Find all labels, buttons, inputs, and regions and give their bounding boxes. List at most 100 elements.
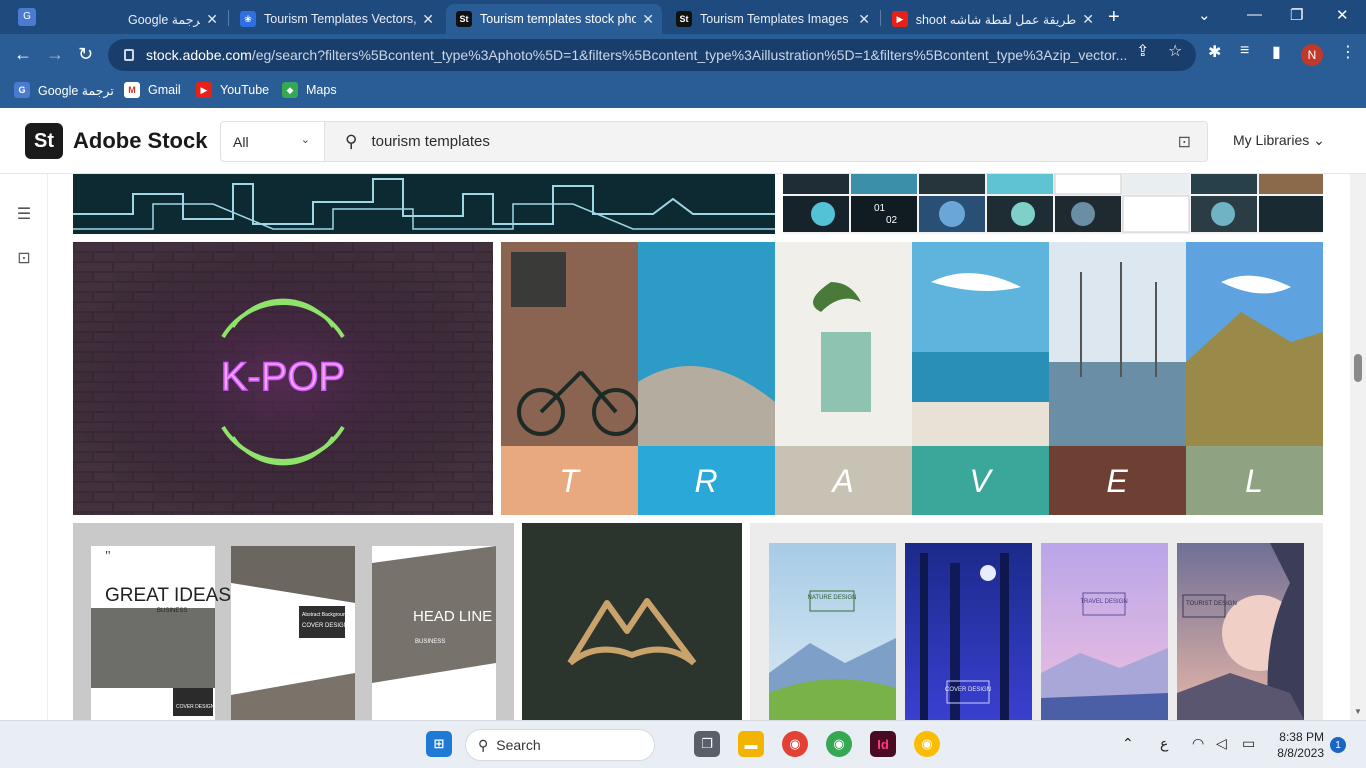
- tab-separator: [880, 10, 881, 26]
- menu-kebab-icon[interactable]: ⋮: [1340, 42, 1356, 62]
- adobe-stock-logo[interactable]: St Adobe Stock: [25, 123, 207, 159]
- find-similar-icon[interactable]: ⊡: [13, 248, 35, 270]
- poster-label: COVER DESIGN: [945, 687, 991, 693]
- bookmark-maps[interactable]: ◆ Maps: [282, 82, 337, 98]
- restore-button[interactable]: ❐: [1290, 6, 1303, 24]
- bookmark-google-translate[interactable]: G Google ترجمة: [14, 82, 114, 98]
- lock-icon[interactable]: [124, 49, 134, 61]
- system-clock[interactable]: 8:38 PM 8/8/2023: [1270, 729, 1324, 761]
- clock-time: 8:38 PM: [1279, 730, 1324, 744]
- kpop-neon-text: K-POP: [221, 355, 345, 399]
- poster-label: TOURIST DESIGN: [1186, 601, 1237, 607]
- extensions-icon[interactable]: ✱: [1208, 42, 1221, 62]
- bookmark-gmail[interactable]: M Gmail: [124, 82, 181, 98]
- travel-letter: A: [830, 463, 853, 499]
- filter-rail: ☰ ⊡: [0, 174, 48, 720]
- brochure-cover-label: COVER DESIGN: [176, 704, 215, 710]
- task-view-icon[interactable]: ❐: [694, 731, 720, 757]
- result-tile-presentation-slides[interactable]: 01 02: [783, 174, 1323, 234]
- bookmarks-bar: G Google ترجمة M Gmail ▶ YouTube ◆ Maps: [0, 76, 1366, 108]
- page-scrollbar[interactable]: ▲ ▼: [1350, 108, 1366, 720]
- close-icon[interactable]: ✕: [858, 11, 870, 28]
- close-icon[interactable]: ✕: [642, 11, 654, 28]
- result-tile-travel-posters[interactable]: NATURE DESIGN COVER DESIGN TRAVEL DESIGN: [750, 523, 1323, 720]
- result-tile-kpop-neon[interactable]: K-POP: [73, 242, 493, 515]
- result-tile-mountain-logo[interactable]: [522, 523, 742, 720]
- side-panel-icon[interactable]: ▮: [1272, 42, 1281, 62]
- minimize-button[interactable]: —: [1247, 6, 1262, 23]
- stock-header: St Adobe Stock All ⌄ ⚲ tourism templates…: [0, 108, 1366, 174]
- clock-date: 8/8/2023: [1277, 746, 1324, 760]
- chrome-icon[interactable]: ◉: [782, 731, 808, 757]
- new-tab-button[interactable]: +: [1108, 6, 1120, 29]
- gmail-icon: M: [124, 82, 140, 98]
- maps-icon: ◆: [282, 82, 298, 98]
- results-grid: 01 02 K-POP T R A V E L " GREAT IDEAS BU…: [0, 108, 1366, 720]
- bookmark-youtube[interactable]: ▶ YouTube: [196, 82, 269, 98]
- close-icon[interactable]: ✕: [1082, 11, 1094, 28]
- browser-toolbar: ← → ↻ stock.adobe.com/eg/search?filters%…: [0, 34, 1366, 76]
- result-tile-business-brochures[interactable]: " GREAT IDEAS BUSINESS COVER DESIGN Abst…: [73, 523, 514, 720]
- youtube-icon: ▶: [196, 82, 212, 98]
- brochure-title: HEAD LINE: [413, 608, 492, 625]
- logo-mark: St: [25, 123, 63, 159]
- my-libraries-button[interactable]: My Libraries ⌄: [1233, 132, 1325, 149]
- category-select[interactable]: All ⌄: [221, 122, 325, 161]
- close-icon[interactable]: ✕: [422, 11, 434, 28]
- result-tile-city-outline[interactable]: [73, 174, 775, 234]
- logo-text: Adobe Stock: [73, 128, 208, 153]
- scrollbar-thumb[interactable]: [1354, 354, 1362, 382]
- close-window-button[interactable]: ✕: [1336, 6, 1349, 24]
- tab-title: Tourism templates stock phot: [480, 12, 637, 26]
- bookmark-star-icon[interactable]: ☆: [1168, 41, 1182, 61]
- volume-icon[interactable]: ◁: [1216, 735, 1227, 752]
- taskbar-search[interactable]: ⚲ Search: [465, 729, 655, 761]
- tab-search-icon[interactable]: G: [18, 8, 36, 26]
- close-icon[interactable]: ✕: [206, 11, 218, 28]
- bookmark-label: YouTube: [220, 83, 270, 97]
- chevron-up-icon[interactable]: ⌃: [1122, 735, 1134, 752]
- visual-search-icon[interactable]: ⊡: [1178, 132, 1191, 152]
- file-explorer-icon[interactable]: ▬: [738, 731, 764, 757]
- slide-number-label: 01: [874, 203, 886, 214]
- tab-freepik[interactable]: ❀ Tourism Templates Vectors, P ✕: [230, 4, 442, 34]
- chrome-icon[interactable]: ◉: [826, 731, 852, 757]
- reload-button[interactable]: ↻: [78, 44, 93, 65]
- brochure-title: GREAT IDEAS: [105, 585, 231, 606]
- tab-search-chevron-icon[interactable]: ⌄: [1198, 6, 1211, 24]
- forward-button[interactable]: →: [46, 44, 64, 65]
- share-icon[interactable]: ⇪: [1136, 41, 1149, 61]
- notification-badge[interactable]: 1: [1330, 737, 1346, 753]
- back-button[interactable]: ←: [14, 44, 32, 65]
- brochure-subtitle: BUSINESS: [415, 639, 445, 645]
- tab-adobe-stock-active[interactable]: St Tourism templates stock phot ✕: [446, 4, 662, 34]
- windows-taskbar: ⊞ ⚲ Search ❐ ▬ ◉ ◉ Id ◉ ⌃ ع ◠ ◁ ▭ 8:38 P…: [0, 720, 1366, 768]
- travel-letter: R: [694, 463, 717, 499]
- address-bar[interactable]: stock.adobe.com/eg/search?filters%5Bcont…: [108, 39, 1196, 71]
- search-input[interactable]: ⚲ tourism templates ⊡: [325, 122, 1207, 161]
- mountain-logo-illustration: [567, 598, 697, 666]
- google-translate-icon: G: [14, 82, 30, 98]
- chrome-active-icon[interactable]: ◉: [914, 731, 940, 757]
- adobe-stock-icon: St: [676, 11, 692, 27]
- tab-adobe-stock-2[interactable]: St Tourism Templates Images – ✕: [666, 4, 878, 34]
- media-control-icon[interactable]: ≡: [1240, 42, 1249, 60]
- filters-icon[interactable]: ☰: [13, 204, 35, 226]
- battery-icon[interactable]: ▭: [1242, 735, 1255, 752]
- tab-youtube[interactable]: ▶ طريقة عمل لقطة شاشه shoot ✕: [882, 4, 1102, 34]
- search-query: tourism templates: [371, 133, 490, 150]
- slide-thumbnails: 01 02: [783, 174, 1323, 233]
- tab-google-translate[interactable]: Google ترجمة ✕: [118, 4, 226, 34]
- profile-avatar[interactable]: N: [1301, 44, 1323, 66]
- scroll-down-icon[interactable]: ▼: [1354, 707, 1362, 716]
- kpop-neon-illustration: K-POP: [73, 242, 493, 515]
- taskbar-search-label: Search: [496, 737, 541, 753]
- result-tile-travel-collage[interactable]: T R A V E L: [501, 242, 1323, 515]
- chevron-down-icon: ⌄: [1313, 132, 1325, 148]
- wifi-icon[interactable]: ◠: [1192, 735, 1204, 752]
- slide-number-label: 02: [886, 215, 898, 226]
- indesign-icon[interactable]: Id: [870, 731, 896, 757]
- input-language-indicator[interactable]: ع: [1160, 735, 1168, 752]
- brochure-cover-label: COVER DESIGN: [302, 623, 348, 629]
- windows-start-icon[interactable]: ⊞: [426, 731, 452, 757]
